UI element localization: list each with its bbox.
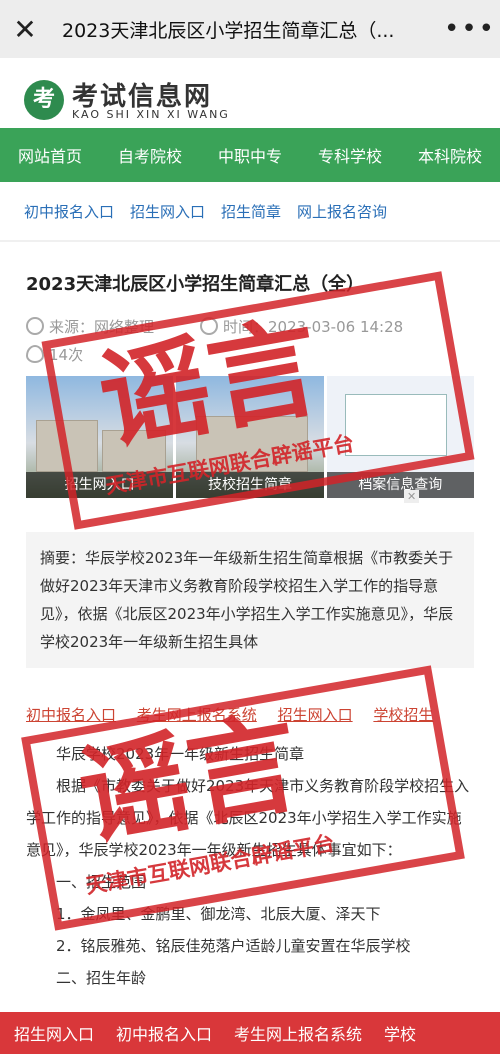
article-views: 14次 [26,344,83,365]
wechat-topbar: ✕ 2023天津北辰区小学招生简章汇总（... ••• [0,0,500,58]
article-content: 2023天津北辰区小学招生简章汇总（全） 来源：网络整理 时间：2023-03-… [0,242,500,1012]
nav-college[interactable]: 专科学校 [318,143,382,167]
main-nav: 网站首页 自考院校 中职中专 专科学校 本科院校 [0,128,500,182]
link-online-system[interactable]: 考生网上报名系统 [137,706,257,724]
banner-archive[interactable]: 档案信息查询 [326,376,474,498]
banner-caption: 技校招生简章 [176,472,324,498]
more-icon[interactable]: ••• [440,14,500,44]
related-links: 初中报名入口 考生网上报名系统 招生网入口 学校招生 [26,704,449,725]
nav-university[interactable]: 本科院校 [418,143,482,167]
subnav-online-consult[interactable]: 网上报名咨询 [297,201,387,222]
eye-icon [26,345,44,363]
clock-icon [200,317,218,335]
subnav-junior-entry[interactable]: 初中报名入口 [24,201,114,222]
link-school-enroll[interactable]: 学校招生 [373,706,433,724]
link-enroll-entry[interactable]: 招生网入口 [278,706,353,724]
subnav-brochure[interactable]: 招生简章 [221,201,281,222]
article-title: 2023天津北辰区小学招生简章汇总（全） [26,274,365,295]
link-junior-entry[interactable]: 初中报名入口 [26,706,116,724]
sub-nav: 初中报名入口 招生网入口 招生简章 网上报名咨询 [0,182,500,240]
site-logo-icon[interactable]: 考 [24,80,64,120]
paragraph: 一、招生范围 [26,873,147,891]
page-title: 2023天津北辰区小学招生简章汇总（... [62,19,395,42]
bottom-school[interactable]: 学校 [384,1021,416,1045]
nav-home[interactable]: 网站首页 [18,143,82,167]
banner-enroll[interactable]: 招生网入口 [26,376,174,498]
banner-tech-school[interactable]: 技校招生简章 [176,376,324,498]
subnav-enroll-entry[interactable]: 招生网入口 [130,201,205,222]
paragraph: 2．铭辰雅苑、铭辰佳苑落户适龄儿童安置在华辰学校 [26,937,411,955]
nav-vocational[interactable]: 中职中专 [218,143,282,167]
ad-close-icon[interactable]: ✕ [404,490,420,503]
close-icon[interactable]: ✕ [0,13,50,46]
bottom-junior-entry[interactable]: 初中报名入口 [116,1021,212,1045]
paragraph: 根据《市教委关于做好2023年天津市义务教育阶段学校招生入学工作的指导意见》，依… [26,777,470,859]
banner-caption: 招生网入口 [26,472,174,498]
site-header: 考 考试信息网 KAO SHI XIN XI WANG [0,58,500,128]
bottom-online-system[interactable]: 考生网上报名系统 [234,1021,362,1045]
bottom-enroll-entry[interactable]: 招生网入口 [14,1021,94,1045]
article-abstract: 摘要：华辰学校2023年一年级新生招生简章根据《市教委关于做好2023年天津市义… [26,532,474,668]
user-icon [26,317,44,335]
article-time: 时间：2023-03-06 14:28 [200,316,403,337]
article-source: 来源：网络整理 [26,316,154,337]
article-body: 华辰学校2023年一年级新生招生简章 根据《市教委关于做好2023年天津市义务教… [26,738,474,994]
nav-self-study[interactable]: 自考院校 [118,143,182,167]
paragraph: 华辰学校2023年一年级新生招生简章 [26,745,305,763]
banner-row: 招生网入口 技校招生简章 档案信息查询 [26,376,474,498]
paragraph: 1．金凤里、金鹏里、御龙湾、北辰大厦、泽天下 [26,905,381,923]
paragraph: 二、招生年龄 [26,969,147,987]
site-subtitle: KAO SHI XIN XI WANG [72,108,230,121]
banner-caption: 档案信息查询 [326,472,474,498]
bottom-bar: 招生网入口 初中报名入口 考生网上报名系统 学校 [0,1012,500,1054]
